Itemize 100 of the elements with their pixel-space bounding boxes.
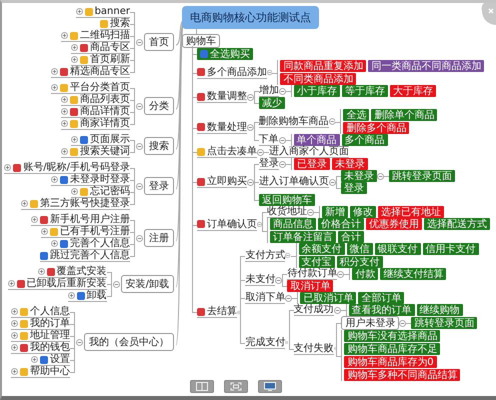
collapse-icon[interactable]	[337, 270, 344, 278]
collapse-icon[interactable]	[278, 136, 286, 144]
collapse-icon[interactable]	[285, 294, 292, 302]
expand-icon[interactable]	[21, 200, 28, 207]
topic-label: 跳过完善个人信息	[50, 250, 130, 261]
branch-topic: 分类	[144, 97, 174, 115]
topic-tag: 同款商品重复添加	[280, 60, 366, 72]
collapse-icon[interactable]	[267, 69, 272, 76]
collapse-icon[interactable]	[257, 148, 264, 156]
expand-icon[interactable]	[76, 8, 83, 15]
screen-button[interactable]	[258, 380, 282, 393]
collapse-icon[interactable]	[285, 339, 289, 346]
collapse-icon[interactable]	[136, 102, 143, 110]
expand-icon[interactable]	[51, 84, 58, 91]
expand-icon[interactable]	[51, 68, 58, 75]
collapse-icon[interactable]	[285, 252, 291, 259]
topic-tag: 跳转登录页面	[411, 317, 478, 329]
close-button[interactable]	[480, 3, 496, 25]
topic-label: 立即购买	[207, 176, 247, 187]
topic-label: 完成支付	[245, 336, 286, 348]
central-topic: 电商购物核心功能测试点	[182, 6, 319, 29]
collapse-icon[interactable]	[136, 142, 143, 150]
expand-icon[interactable]	[41, 228, 48, 235]
topic-label: 商品列表页	[80, 94, 130, 105]
expand-icon[interactable]	[38, 268, 45, 275]
collapse-icon[interactable]	[377, 172, 384, 180]
branch-topic: 首页	[144, 33, 174, 51]
topic-label: 登录	[259, 158, 279, 169]
expand-icon[interactable]	[61, 108, 68, 115]
expand-icon[interactable]	[61, 32, 68, 39]
topic-tag: 小于库存	[294, 85, 340, 97]
topic-tag: 同一类商品不同商品添加	[368, 60, 484, 72]
topic-tag: 等于库存	[342, 85, 388, 97]
topic-label: 精选商品专区	[70, 66, 130, 77]
collapse-icon[interactable]	[334, 306, 341, 314]
expand-icon[interactable]	[8, 280, 15, 287]
expand-icon[interactable]	[11, 320, 18, 327]
topic-tag: 合计	[338, 231, 364, 243]
expand-icon[interactable]	[61, 148, 68, 155]
topic-label: 支付成功	[294, 304, 334, 315]
collapse-icon[interactable]	[237, 308, 240, 316]
topic-label: 地址管理	[30, 330, 70, 341]
fit-view-button[interactable]	[224, 380, 248, 393]
expand-icon[interactable]	[71, 44, 78, 51]
topic-tag: 购物车没有选择商品	[344, 330, 440, 342]
expand-icon[interactable]	[61, 120, 68, 127]
topic-tag: 优惠券使用	[366, 218, 422, 230]
collapse-icon[interactable]	[112, 280, 120, 288]
collapse-icon[interactable]	[136, 38, 143, 46]
topic-tag: 删除单个商品	[371, 109, 438, 121]
topic-label: 个人信息	[30, 306, 70, 317]
expand-icon[interactable]	[61, 96, 68, 103]
topic-label: 忘记密码	[90, 186, 130, 197]
collapse-icon[interactable]	[279, 88, 286, 94]
expand-icon[interactable]	[11, 308, 18, 315]
collapse-icon[interactable]	[247, 124, 254, 131]
topic-tag: 不同类商品添加	[280, 73, 356, 85]
collapse-icon[interactable]	[334, 345, 336, 352]
collapse-icon[interactable]	[328, 118, 336, 125]
collapse-icon[interactable]	[257, 221, 262, 228]
collapse-icon[interactable]	[279, 160, 286, 168]
expand-icon[interactable]	[4, 164, 12, 171]
collapse-icon[interactable]	[136, 234, 143, 242]
collapse-icon[interactable]	[247, 94, 254, 100]
collapse-icon[interactable]	[247, 178, 254, 186]
split-view-button[interactable]	[190, 380, 214, 393]
topic-label: 搜索关键词	[80, 146, 130, 157]
expand-icon[interactable]	[51, 240, 58, 247]
topic-tag: 减少	[259, 97, 285, 109]
collapse-icon[interactable]	[136, 182, 143, 190]
collapse-icon[interactable]	[399, 320, 406, 326]
topic-tag: 删除多个商品	[343, 122, 410, 134]
collapse-icon[interactable]	[76, 338, 83, 346]
topic-label: 多个商品添加	[207, 66, 267, 78]
expand-icon[interactable]	[71, 56, 78, 63]
topic-tag: 购物车商品库存为0	[344, 356, 437, 368]
expand-icon[interactable]	[11, 332, 18, 339]
branch-topic: 安装/卸载	[120, 275, 174, 293]
topic-tag: 余额支付	[298, 243, 345, 255]
expand-icon[interactable]	[71, 188, 78, 195]
topic-tag: 购物车商品库存不足	[344, 343, 440, 355]
collapse-icon[interactable]	[307, 208, 314, 216]
expand-icon[interactable]	[11, 344, 18, 351]
expand-icon[interactable]	[31, 216, 38, 223]
expand-icon[interactable]	[31, 356, 38, 363]
topic-tag: 微信	[346, 243, 373, 255]
topic-label: 去结算	[207, 306, 237, 317]
branch-topic: 搜索	[144, 137, 174, 155]
topic-label: 下单	[258, 134, 279, 145]
expand-icon[interactable]	[68, 292, 75, 299]
collapse-icon[interactable]	[275, 276, 282, 284]
topic-label: 待付款订单	[287, 268, 338, 279]
topic-tag: 选择配送方式	[424, 218, 490, 230]
collapse-icon[interactable]	[329, 178, 336, 186]
topic-tag: 继续购物	[416, 304, 463, 316]
expand-icon[interactable]	[11, 368, 18, 375]
expand-icon[interactable]	[71, 136, 78, 143]
topic-label: 账号/昵称/手机号码登录	[23, 162, 130, 173]
expand-icon[interactable]	[51, 176, 58, 183]
topic-tag: 商品信息	[270, 218, 316, 230]
